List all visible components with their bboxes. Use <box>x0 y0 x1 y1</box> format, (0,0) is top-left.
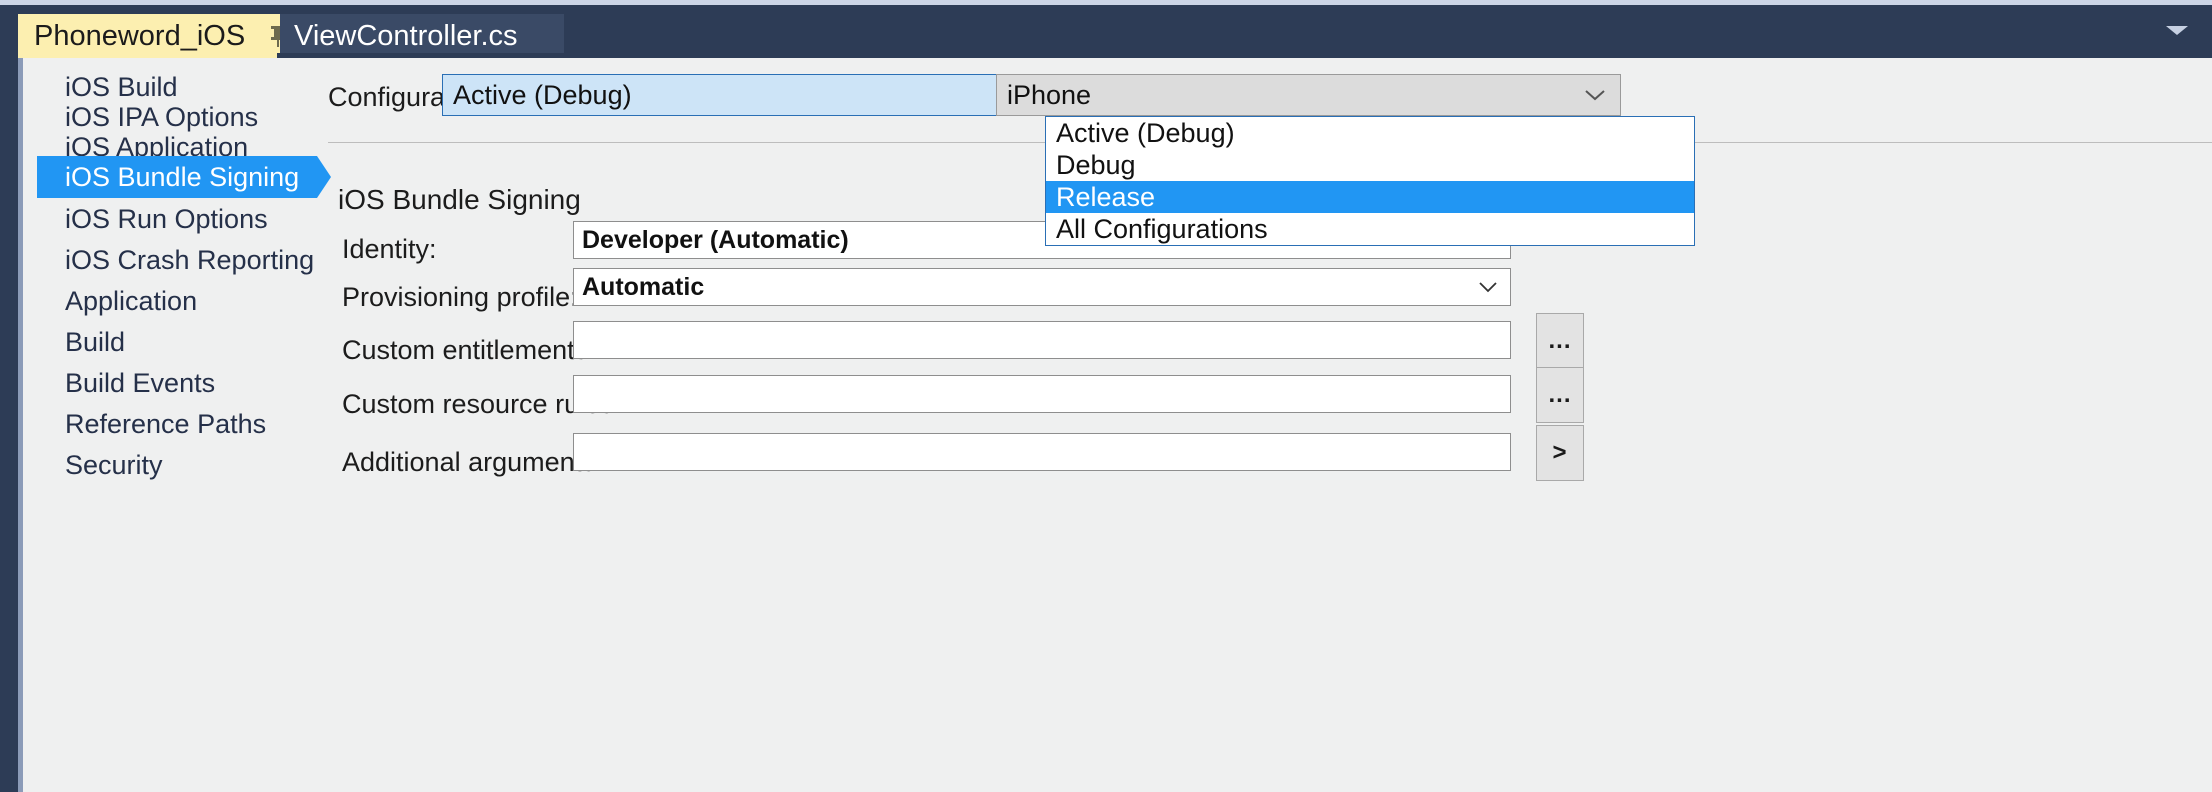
dropdown-option-release[interactable]: Release <box>1046 181 1694 213</box>
sidebar-item-ios-crash-reporting[interactable]: iOS Crash Reporting <box>37 239 314 281</box>
sidebar-item-label: Application <box>65 286 197 317</box>
project-options-content: iOS Build iOS IPA Options iOS Applicatio… <box>23 58 2212 792</box>
left-rail <box>0 53 18 792</box>
provisioning-profile-combobox[interactable]: Automatic <box>573 268 1511 306</box>
tab-viewcontroller-cs[interactable]: ViewController.cs <box>280 14 564 58</box>
configuration-dropdown-list[interactable]: Active (Debug) Debug Release All Configu… <box>1045 116 1695 246</box>
additional-arguments-label: Additional arguments: <box>342 447 603 478</box>
identity-label: Identity: <box>342 234 437 265</box>
dropdown-option-label: Release <box>1056 182 1155 213</box>
sidebar-item-label: Build Events <box>65 368 215 399</box>
platform-combobox[interactable]: iPhone <box>996 74 1621 116</box>
dropdown-option-label: All Configurations <box>1056 214 1268 245</box>
additional-arguments-expand-button[interactable]: > <box>1536 425 1584 481</box>
dropdown-option-active-debug[interactable]: Active (Debug) <box>1046 117 1694 149</box>
sidebar-item-label: Build <box>65 327 125 358</box>
dropdown-option-all-configurations[interactable]: All Configurations <box>1046 213 1694 245</box>
sidebar-item-security[interactable]: Security <box>37 444 163 486</box>
custom-entitlements-input[interactable] <box>573 321 1511 359</box>
expand-button-label: > <box>1552 439 1567 467</box>
visual-studio-window: Phoneword_iOS ViewController.cs <box>0 0 2212 792</box>
sidebar-item-label: Reference Paths <box>65 409 266 440</box>
chevron-down-icon[interactable] <box>1478 281 1498 293</box>
dropdown-option-label: Active (Debug) <box>1056 118 1235 149</box>
custom-entitlements-label: Custom entitlements: <box>342 335 596 366</box>
dropdown-option-debug[interactable]: Debug <box>1046 149 1694 181</box>
tab-strip: Phoneword_iOS ViewController.cs <box>0 0 2212 58</box>
custom-entitlements-browse-button[interactable]: ... <box>1536 313 1584 369</box>
sidebar-item-reference-paths[interactable]: Reference Paths <box>37 403 266 445</box>
window-body: iOS Build iOS IPA Options iOS Applicatio… <box>0 53 2212 792</box>
provisioning-profile-value: Automatic <box>582 273 704 302</box>
provisioning-profile-label: Provisioning profile: <box>342 282 578 313</box>
dropdown-option-label: Debug <box>1056 150 1136 181</box>
sidebar-item-label: iOS Bundle Signing <box>65 162 299 193</box>
configuration-value: Active (Debug) <box>453 80 632 111</box>
tab-label: Phoneword_iOS <box>34 22 267 51</box>
browse-button-label: ... <box>1548 381 1571 409</box>
sidebar-item-label: Security <box>65 450 163 481</box>
browse-button-label: ... <box>1548 327 1571 355</box>
chevron-down-icon[interactable] <box>1584 88 1606 102</box>
chevron-down-icon[interactable] <box>2164 22 2190 38</box>
titlebar-top-accent <box>0 0 2212 5</box>
sidebar-item-label: iOS Run Options <box>65 204 268 235</box>
custom-resource-rules-input[interactable] <box>573 375 1511 413</box>
additional-arguments-input[interactable] <box>573 433 1511 471</box>
sidebar-item-ios-bundle-signing[interactable]: iOS Bundle Signing <box>37 156 317 198</box>
configuration-combobox[interactable]: Active (Debug) <box>442 74 1092 116</box>
options-sidebar: iOS Build iOS IPA Options iOS Applicatio… <box>23 58 328 792</box>
sidebar-item-ios-run-options[interactable]: iOS Run Options <box>37 198 268 240</box>
sidebar-item-build-events[interactable]: Build Events <box>37 362 215 404</box>
page-title: iOS Bundle Signing <box>338 184 581 216</box>
sidebar-item-build[interactable]: Build <box>37 321 125 363</box>
platform-value: iPhone <box>1007 80 1091 111</box>
identity-value: Developer (Automatic) <box>582 226 849 255</box>
tab-label: ViewController.cs <box>294 22 518 51</box>
custom-resource-rules-browse-button[interactable]: ... <box>1536 367 1584 423</box>
sidebar-item-label: iOS Crash Reporting <box>65 245 314 276</box>
sidebar-item-application[interactable]: Application <box>37 280 197 322</box>
